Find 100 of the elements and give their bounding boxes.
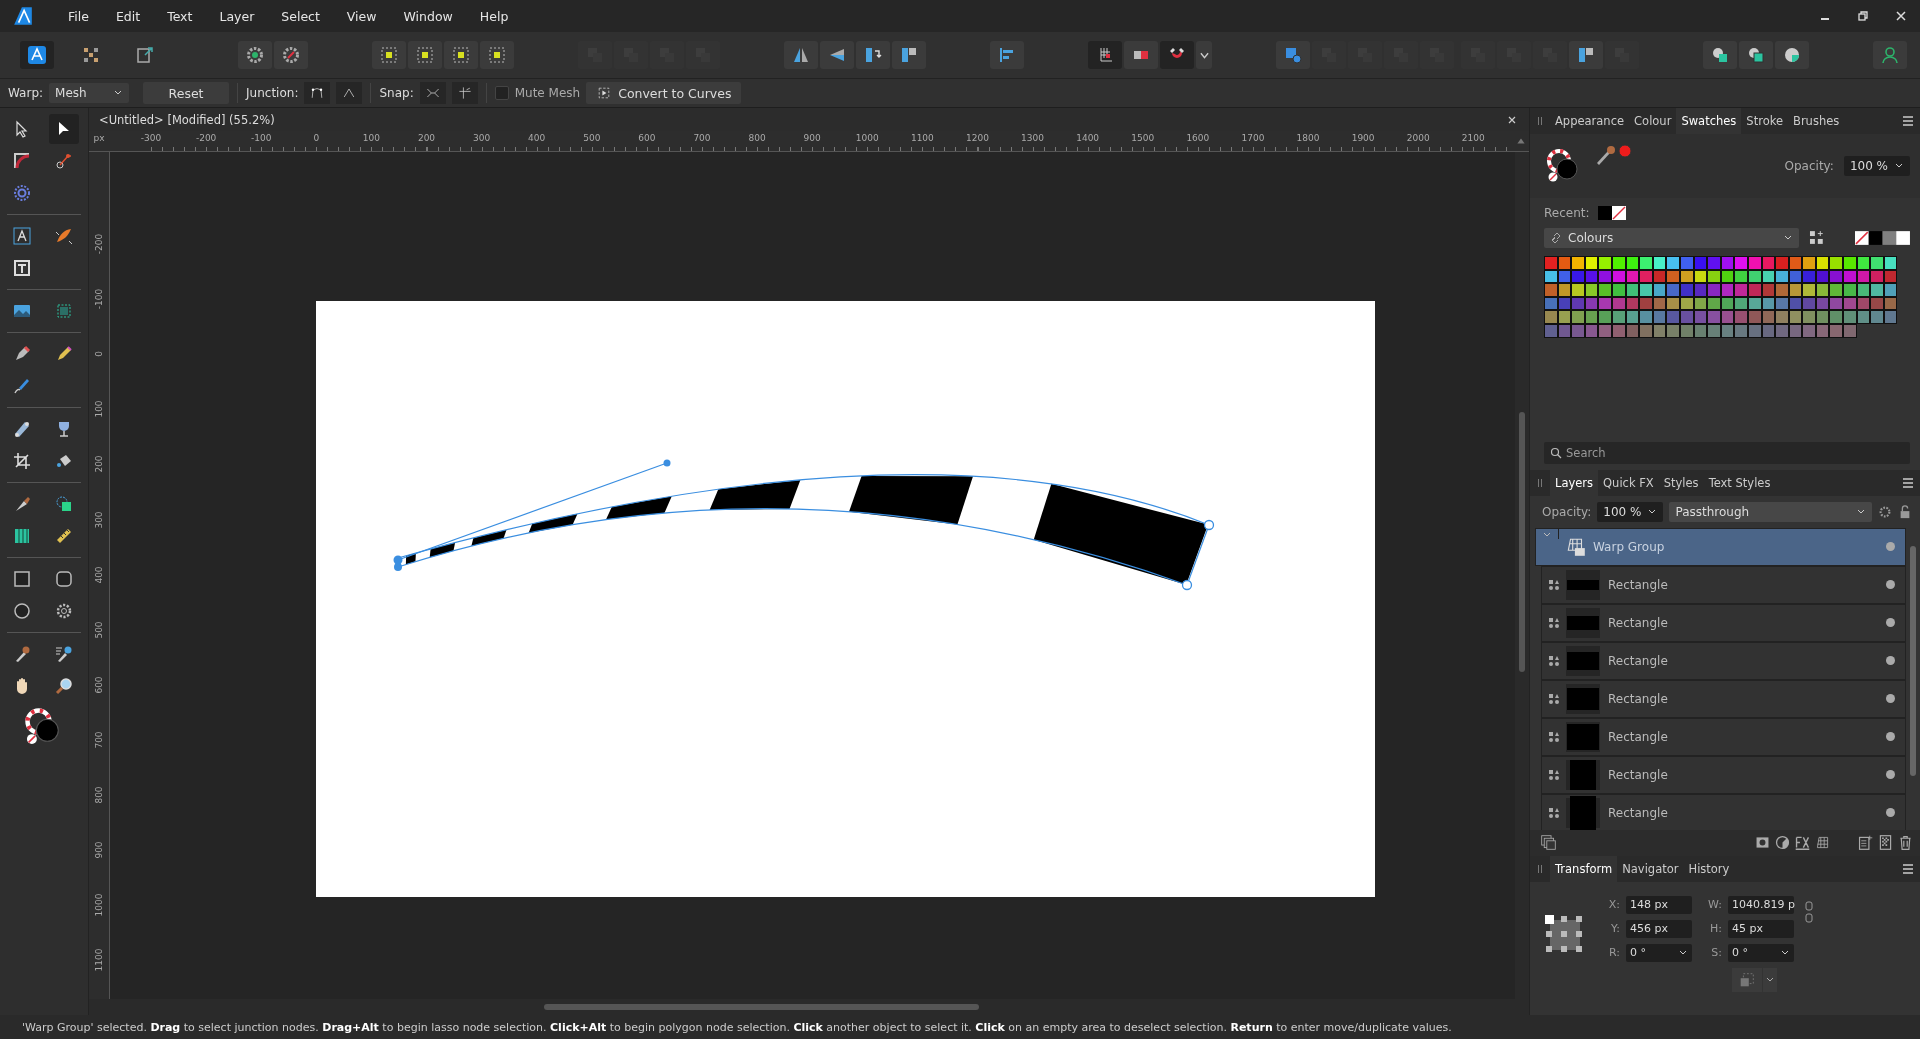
angle-dropdown[interactable]: 0 ° bbox=[1626, 943, 1692, 962]
layer-name: Rectangle bbox=[1608, 577, 1669, 592]
value-field[interactable]: 1040.819 p bbox=[1728, 895, 1794, 914]
field-label: H: bbox=[1709, 922, 1722, 936]
ruler-label: 400 bbox=[527, 132, 547, 145]
layer-row[interactable]: Rectangle bbox=[1541, 679, 1906, 718]
value-field[interactable]: 456 px bbox=[1626, 919, 1692, 938]
panel-tab[interactable]: History bbox=[1683, 855, 1735, 882]
ruler-label: 400 bbox=[94, 566, 104, 584]
ruler-label: -100 bbox=[94, 288, 104, 310]
menu-item[interactable]: Layer bbox=[207, 8, 270, 24]
ruler-label: 0 bbox=[312, 132, 321, 145]
ruler-label: -300 bbox=[139, 132, 163, 145]
panel-tab[interactable]: Quick FX bbox=[1598, 469, 1659, 496]
panel-tab[interactable]: Brushes bbox=[1788, 108, 1845, 134]
ruler-label: 1700 bbox=[1240, 132, 1266, 145]
search-field[interactable]: Search bbox=[1544, 441, 1910, 464]
value-field[interactable]: 148 px bbox=[1626, 895, 1692, 914]
panel-tab[interactable]: Stroke bbox=[1741, 108, 1788, 134]
warp-mode-dropdown[interactable]: Mesh bbox=[49, 83, 130, 103]
layer-name: Rectangle bbox=[1608, 767, 1669, 782]
ruler-label: 100 bbox=[94, 400, 104, 418]
ruler-label: 800 bbox=[94, 786, 104, 804]
ruler-label: 600 bbox=[94, 676, 104, 694]
menu-item[interactable]: Text bbox=[155, 8, 208, 24]
menu-item[interactable]: View bbox=[334, 8, 392, 24]
ruler-label: 200 bbox=[416, 132, 437, 145]
value-field[interactable]: 45 px bbox=[1728, 919, 1794, 938]
layer-name: Rectangle bbox=[1608, 653, 1669, 668]
opacity-dropdown[interactable]: 100 % bbox=[1597, 501, 1664, 522]
menu-item[interactable]: File bbox=[56, 8, 104, 24]
layer-row[interactable]: Rectangle bbox=[1541, 565, 1906, 604]
layer-row[interactable]: Warp Group bbox=[1535, 527, 1906, 566]
document-tab[interactable]: <Untitled> [Modified] (55.2%) bbox=[99, 112, 275, 127]
ruler-label: 1800 bbox=[1295, 132, 1321, 145]
panel-tab[interactable]: Appearance bbox=[1550, 108, 1630, 134]
ruler-label: 700 bbox=[692, 132, 712, 145]
layer-name: Warp Group bbox=[1593, 539, 1666, 554]
panel-tab[interactable]: Layers bbox=[1550, 469, 1599, 496]
layer-row[interactable]: Rectangle bbox=[1541, 603, 1906, 642]
ruler-label: -200 bbox=[94, 233, 104, 255]
ruler-label: 700 bbox=[94, 731, 104, 749]
ruler-label: 1500 bbox=[1130, 132, 1156, 145]
reset-button[interactable]: Reset bbox=[143, 82, 230, 104]
ruler-label: 1200 bbox=[965, 132, 990, 145]
ruler-label: 1900 bbox=[1350, 132, 1376, 145]
panel-tab[interactable]: Transform bbox=[1550, 855, 1618, 882]
layer-row[interactable]: Rectangle bbox=[1541, 717, 1906, 756]
palette-dropdown[interactable]: Colours bbox=[1544, 228, 1800, 248]
layer-row[interactable]: Rectangle bbox=[1541, 641, 1906, 680]
ruler-label: 100 bbox=[361, 132, 381, 145]
layer-row[interactable]: Rectangle bbox=[1541, 793, 1906, 830]
panel-tab[interactable]: Swatches bbox=[1676, 108, 1742, 134]
menu-item[interactable]: Window bbox=[391, 8, 468, 24]
menu-item[interactable]: Select bbox=[269, 8, 335, 24]
recent-label: Recent: bbox=[1544, 206, 1590, 220]
menu-item[interactable]: Help bbox=[467, 8, 524, 24]
ruler-label: 900 bbox=[802, 132, 822, 145]
panel-tab[interactable]: Text Styles bbox=[1703, 469, 1776, 496]
ruler-label: 2000 bbox=[1405, 132, 1431, 145]
menu-item[interactable]: Edit bbox=[103, 8, 156, 24]
convert-to-curves-button[interactable]: Convert to Curves bbox=[586, 82, 742, 104]
ruler-label: 0 bbox=[94, 351, 104, 358]
ruler-label: 2100 bbox=[1460, 132, 1486, 145]
ruler-label: 1600 bbox=[1185, 132, 1211, 145]
layer-name: Rectangle bbox=[1608, 615, 1669, 630]
field-label: Y: bbox=[1610, 922, 1620, 936]
ruler-label: -200 bbox=[194, 132, 218, 145]
ruler-unit: px bbox=[92, 132, 106, 145]
opacity-dropdown[interactable]: 100 % bbox=[1843, 156, 1910, 176]
layer-name: Rectangle bbox=[1608, 805, 1669, 820]
ruler-label: 600 bbox=[637, 132, 657, 145]
ruler-label: 300 bbox=[472, 132, 492, 145]
panel-tab[interactable]: Colour bbox=[1629, 108, 1677, 134]
ruler-label: 1100 bbox=[94, 948, 104, 972]
ruler-label: -100 bbox=[250, 132, 273, 145]
layer-row[interactable]: Rectangle bbox=[1541, 755, 1906, 794]
opacity-label: Opacity: bbox=[1784, 159, 1834, 173]
mute-mesh-label: Mute Mesh bbox=[514, 86, 581, 100]
ruler-label: 800 bbox=[747, 132, 767, 145]
ruler-label: 1400 bbox=[1075, 132, 1101, 145]
ruler-label: 1000 bbox=[94, 893, 104, 917]
panel-tab[interactable]: Navigator bbox=[1617, 855, 1684, 882]
junction-label: Junction: bbox=[246, 86, 299, 100]
ruler-label: 200 bbox=[94, 455, 104, 473]
ruler-label: 500 bbox=[582, 132, 602, 145]
ruler-label: 300 bbox=[94, 510, 104, 529]
snap-label: Snap: bbox=[379, 86, 414, 100]
opacity-label: Opacity: bbox=[1542, 504, 1592, 519]
panel-tab[interactable]: Styles bbox=[1658, 469, 1704, 496]
angle-dropdown[interactable]: 0 ° bbox=[1728, 943, 1794, 962]
ruler-label: 900 bbox=[94, 841, 104, 859]
ruler-label: 1100 bbox=[909, 132, 935, 145]
warp-label: Warp: bbox=[8, 86, 44, 100]
layer-name: Rectangle bbox=[1608, 691, 1669, 706]
ruler-label: 1300 bbox=[1020, 132, 1045, 145]
layer-name: Rectangle bbox=[1608, 729, 1669, 744]
blend-mode-dropdown[interactable]: Passthrough bbox=[1669, 501, 1872, 522]
ruler-label: 500 bbox=[94, 621, 104, 639]
field-label: S: bbox=[1710, 946, 1722, 960]
